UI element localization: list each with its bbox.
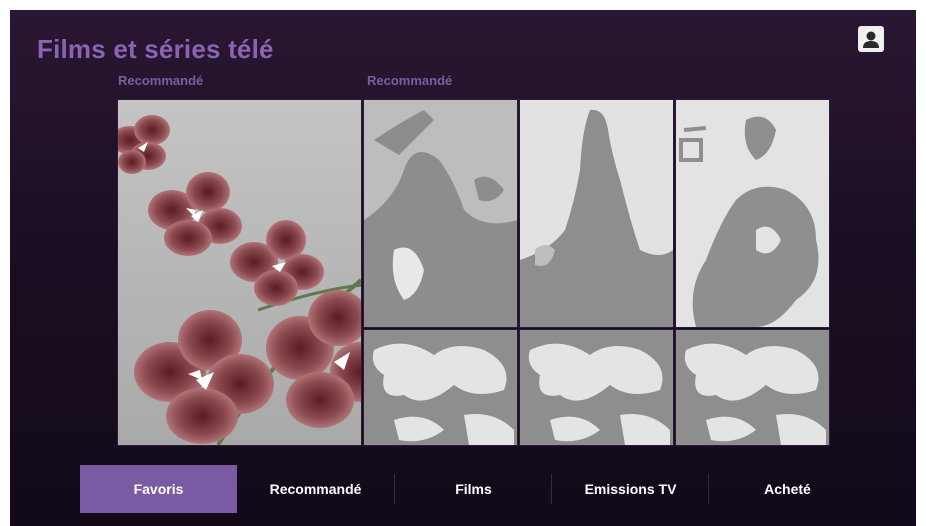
tab-achete[interactable]: Acheté [709, 465, 866, 513]
tab-recommande[interactable]: Recommandé [237, 465, 394, 513]
tab-films[interactable]: Films [395, 465, 552, 513]
map-pattern-artwork [676, 330, 829, 445]
grid-tile-5[interactable] [519, 329, 674, 446]
grid-tile-4[interactable] [363, 329, 518, 446]
grid-tile-6[interactable] [675, 329, 830, 446]
section-label-right: Recommandé [367, 73, 453, 88]
app-screen: Films et séries télé Recommandé Recomman… [10, 10, 916, 526]
bottom-nav: Favoris Recommandé Films Emissions TV Ac… [10, 464, 916, 514]
silhouette-artwork [520, 100, 673, 327]
tab-emissions-tv[interactable]: Emissions TV [552, 465, 709, 513]
page-title: Films et séries télé [37, 34, 274, 64]
user-profile-icon[interactable] [858, 26, 884, 52]
section-label-left: Recommandé [118, 73, 204, 88]
silhouette-artwork [364, 100, 517, 327]
grid-tile-1[interactable] [363, 99, 518, 328]
silhouette-artwork [676, 100, 829, 327]
featured-tile[interactable] [117, 99, 362, 446]
map-pattern-artwork [520, 330, 673, 445]
tab-favoris[interactable]: Favoris [80, 465, 237, 513]
map-pattern-artwork [364, 330, 517, 445]
grid-tile-2[interactable] [519, 99, 674, 328]
grid-tile-3[interactable] [675, 99, 830, 328]
flower-artwork [118, 100, 361, 445]
